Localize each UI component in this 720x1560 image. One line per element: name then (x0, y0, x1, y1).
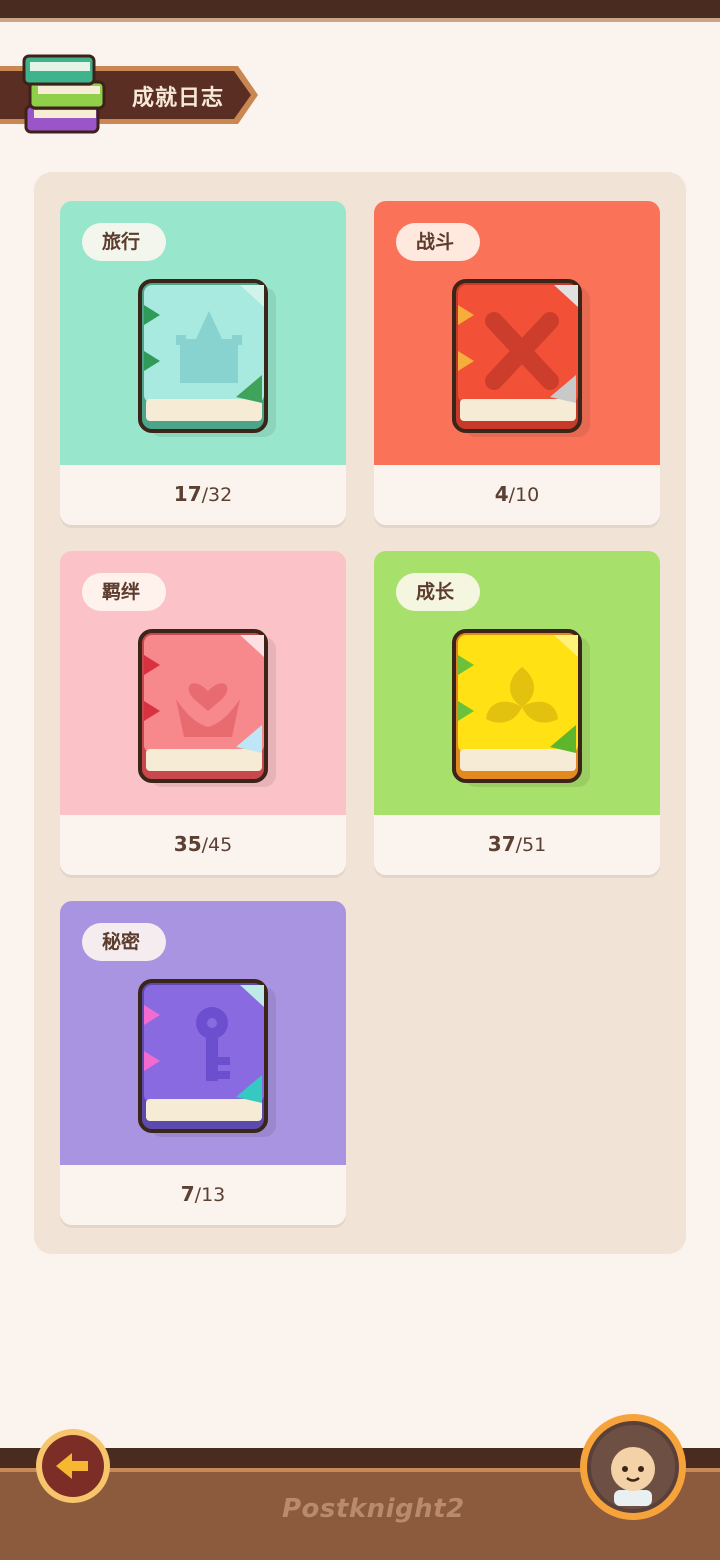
progress-done: 35 (173, 832, 202, 856)
back-button-face (42, 1435, 104, 1497)
key-book-icon (138, 979, 276, 1137)
category-label: 成长 (396, 573, 480, 611)
leaf-book-icon (452, 629, 590, 787)
progress-count: 17/32 (173, 482, 233, 506)
progress-done: 4 (494, 482, 509, 506)
category-card-growth[interactable]: 成长 37/51 (374, 551, 660, 875)
category-label: 羁绊 (82, 573, 166, 611)
game-logo: Postknight2 (282, 1494, 465, 1524)
top-bar (0, 0, 720, 22)
progress-total: 51 (522, 834, 547, 856)
category-card-combat[interactable]: 战斗 4/10 (374, 201, 660, 525)
progress-count: 35/45 (173, 832, 233, 856)
avatar-icon (587, 1421, 679, 1513)
back-button[interactable] (36, 1429, 110, 1503)
category-label: 战斗 (396, 223, 480, 261)
books-stack-icon (22, 54, 106, 134)
progress-count: 37/51 (487, 832, 547, 856)
page-title: 成就日志 (132, 86, 225, 111)
progress-total: 32 (208, 484, 233, 506)
category-label: 旅行 (82, 223, 166, 261)
progress-total: 13 (201, 1184, 226, 1206)
progress-total: 10 (515, 484, 540, 506)
category-card-secrets[interactable]: 秘密 7/13 (60, 901, 346, 1225)
category-card-bonds[interactable]: 羁绊 35/45 (60, 551, 346, 875)
progress-done: 17 (173, 482, 202, 506)
category-card-travel[interactable]: 旅行 17/32 (60, 201, 346, 525)
progress-total: 45 (208, 834, 233, 856)
progress-done: 7 (180, 1182, 195, 1206)
progress-done: 37 (487, 832, 516, 856)
progress-count: 4/10 (494, 482, 540, 506)
castle-book-icon (138, 279, 276, 437)
category-label: 秘密 (82, 923, 166, 961)
avatar-button[interactable] (580, 1414, 686, 1520)
heart-hands-book-icon (138, 629, 276, 787)
back-arrow-icon (56, 1453, 88, 1479)
progress-count: 7/13 (180, 1182, 226, 1206)
crossed-swords-book-icon (452, 279, 590, 437)
